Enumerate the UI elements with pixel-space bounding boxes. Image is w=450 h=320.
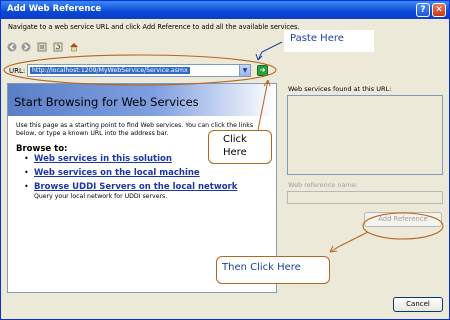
then-click-here-callout: Then Click Here [216, 256, 330, 284]
chevron-down-icon[interactable]: ▼ [239, 65, 250, 76]
link-local-machine-services[interactable]: Web services on the local machine [34, 168, 200, 178]
go-button[interactable]: ➜ [257, 65, 268, 76]
url-value: http://localhost:1209/MyWebService/Servi… [30, 67, 190, 74]
bullet-icon: • [24, 168, 29, 177]
back-arrow-icon[interactable] [7, 42, 17, 52]
bullet-icon: • [24, 182, 29, 191]
web-reference-name-label: Web reference name: [288, 181, 358, 189]
browser-heading: Start Browsing for Web Services [14, 95, 199, 109]
cancel-button[interactable]: Cancel [393, 297, 443, 312]
browser-header: Start Browsing for Web Services [8, 84, 276, 116]
click-here-callout: Click Here [208, 130, 272, 164]
forward-arrow-icon[interactable] [21, 42, 31, 52]
refresh-icon[interactable] [53, 42, 63, 52]
uddi-subtext: Query your local network for UDDI server… [34, 193, 168, 200]
instruction-text: Navigate to a web service URL and click … [8, 23, 300, 31]
url-label: URL: [9, 67, 26, 75]
browse-to-heading: Browse to: [16, 144, 68, 154]
home-icon[interactable] [69, 42, 79, 52]
url-input[interactable]: http://localhost:1209/MyWebService/Servi… [27, 64, 251, 77]
paste-here-callout: Paste Here [284, 30, 374, 52]
stop-icon[interactable] [37, 42, 47, 52]
help-button[interactable]: ? [416, 3, 430, 17]
services-found-list[interactable] [287, 95, 443, 175]
close-button[interactable]: ✕ [432, 3, 446, 17]
add-reference-button[interactable]: Add Reference [364, 212, 442, 227]
window-title: Add Web Reference [7, 4, 102, 14]
bullet-icon: • [24, 154, 29, 163]
title-bar: Add Web Reference ? ✕ [1, 1, 449, 19]
link-solution-services[interactable]: Web services in this solution [34, 154, 172, 164]
link-uddi-servers[interactable]: Browse UDDI Servers on the local network [34, 182, 237, 192]
web-reference-name-input[interactable] [287, 191, 443, 204]
services-found-label: Web services found at this URL: [288, 85, 392, 93]
